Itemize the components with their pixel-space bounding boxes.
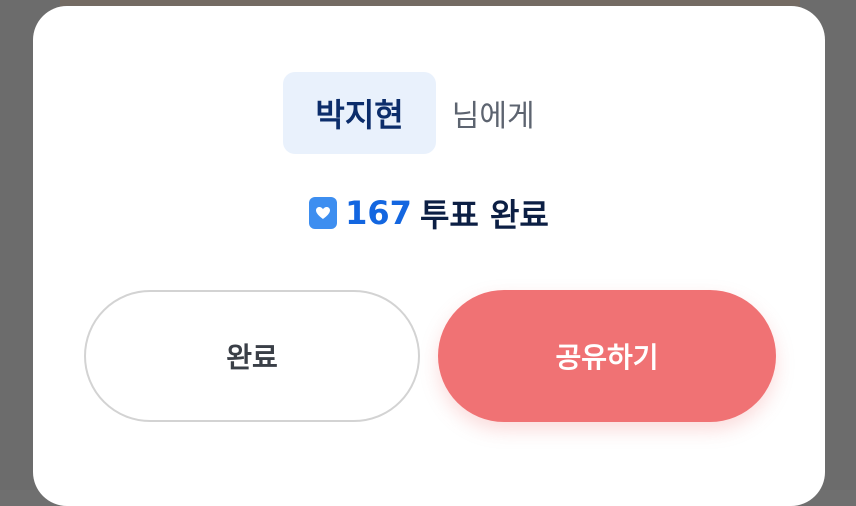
heart-icon bbox=[309, 197, 338, 229]
share-button-label: 공유하기 bbox=[555, 341, 659, 374]
recipient-row: 박지현 님에게 bbox=[33, 72, 825, 154]
vote-summary: 167 투표 완료 bbox=[33, 190, 825, 236]
vote-complete-text: 투표 완료 bbox=[419, 196, 549, 234]
recipient-name: 박지현 bbox=[315, 96, 404, 134]
recipient-suffix: 님에게 bbox=[451, 99, 535, 134]
share-button[interactable]: 공유하기 bbox=[438, 290, 776, 422]
vote-count: 167 bbox=[345, 194, 412, 232]
done-button[interactable]: 완료 bbox=[84, 290, 420, 422]
recipient-name-chip: 박지현 bbox=[283, 72, 436, 154]
vote-complete-dialog: 박지현 님에게 167 투표 완료 완료 공유하기 bbox=[33, 6, 825, 506]
done-button-label: 완료 bbox=[226, 341, 278, 374]
